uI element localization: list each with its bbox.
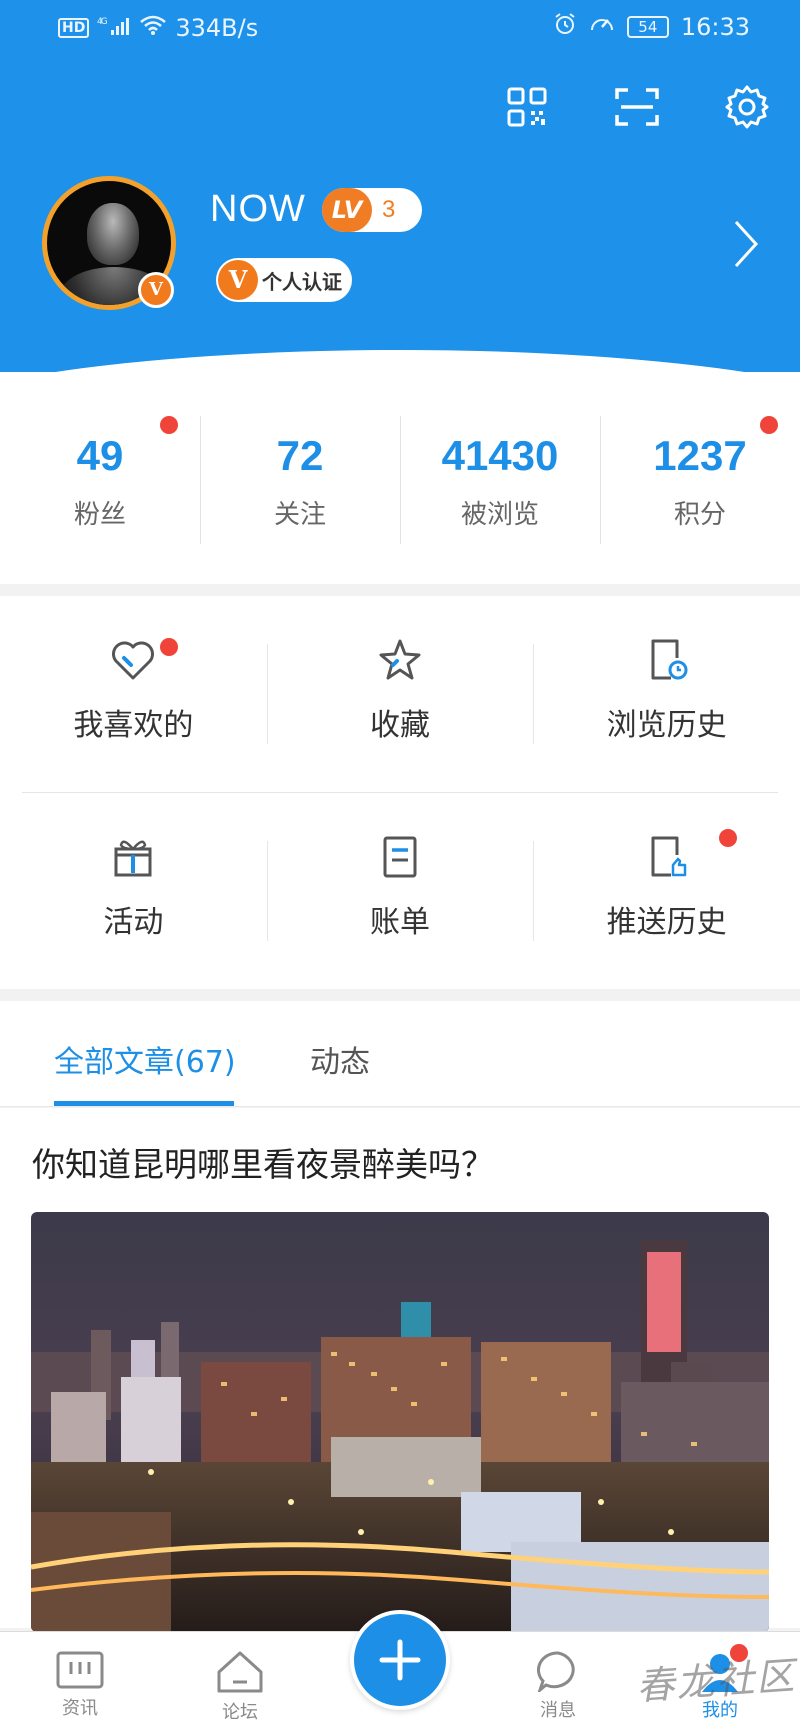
stat-points[interactable]: 1237 积分 bbox=[600, 372, 800, 584]
menu-label: 浏览历史 bbox=[606, 708, 727, 743]
notification-dot bbox=[160, 416, 178, 434]
watermark: 春龙社区 bbox=[634, 1653, 798, 1709]
stat-following[interactable]: 72 关注 bbox=[200, 372, 400, 584]
status-bar: HD 4G 334B/s 54 16:33 bbox=[0, 0, 800, 56]
qr-code-button[interactable] bbox=[502, 82, 552, 132]
svg-text:4G: 4G bbox=[97, 17, 108, 27]
heart-icon bbox=[112, 641, 155, 680]
scan-button[interactable] bbox=[612, 82, 662, 132]
profile-header: HD 4G 334B/s 54 16:33 V NOW LV 3 V 个人认证 bbox=[0, 0, 800, 372]
nav-news[interactable]: 资讯 bbox=[40, 1650, 120, 1720]
content-tabs: 全部文章(67) 动态 bbox=[0, 1001, 800, 1107]
menu-bills[interactable]: 账单 bbox=[266, 793, 534, 989]
stats-bar: 49 粉丝 72 关注 41430 被浏览 1237 积分 bbox=[0, 372, 800, 584]
active-tab-indicator bbox=[54, 1101, 234, 1106]
profile-detail-button[interactable] bbox=[726, 216, 766, 272]
stat-views[interactable]: 41430 被浏览 bbox=[400, 372, 600, 584]
hd-indicator: HD bbox=[58, 18, 90, 38]
menu-browse-history[interactable]: 浏览历史 bbox=[533, 596, 800, 792]
level-prefix: LV bbox=[322, 188, 372, 232]
plus-icon bbox=[379, 1639, 421, 1681]
stat-label: 关注 bbox=[273, 500, 326, 530]
menu-push-history[interactable]: 推送历史 bbox=[533, 793, 800, 989]
article-card: 你知道昆明哪里看夜景醉美吗？ bbox=[0, 1108, 800, 1632]
stat-label: 被浏览 bbox=[460, 500, 539, 530]
menu-my-likes[interactable]: 我喜欢的 bbox=[0, 596, 267, 792]
certification-badge[interactable]: V 个人认证 bbox=[216, 258, 352, 302]
menu-label: 活动 bbox=[103, 905, 164, 940]
tab-all-articles[interactable]: 全部文章(67) bbox=[54, 1037, 236, 1081]
network-speed: 334B/s bbox=[175, 14, 259, 42]
menu-activities[interactable]: 活动 bbox=[0, 793, 267, 989]
create-post-button[interactable] bbox=[350, 1610, 450, 1710]
notification-dot bbox=[719, 829, 738, 847]
wifi-icon bbox=[139, 14, 167, 42]
settings-button[interactable] bbox=[722, 82, 772, 132]
nav-forum[interactable]: 论坛 bbox=[200, 1650, 280, 1724]
qr-code-icon bbox=[507, 87, 547, 127]
menu-favorites[interactable]: 收藏 bbox=[266, 596, 534, 792]
bill-icon bbox=[383, 836, 417, 878]
menu-label: 推送历史 bbox=[606, 905, 727, 940]
feature-grid: 我喜欢的 收藏 浏览历史 活动 账单 推送历史 bbox=[0, 596, 800, 989]
certification-label: 个人认证 bbox=[262, 269, 342, 294]
gear-icon bbox=[725, 85, 769, 129]
menu-label: 收藏 bbox=[370, 708, 430, 743]
tab-activity[interactable]: 动态 bbox=[310, 1037, 370, 1081]
certification-v-icon: V bbox=[218, 260, 258, 300]
stat-value: 1237 bbox=[653, 432, 747, 479]
clock: 16:33 bbox=[680, 13, 750, 41]
speedometer-icon bbox=[589, 12, 615, 42]
nav-messages[interactable]: 消息 bbox=[518, 1650, 598, 1722]
article-cover-image[interactable] bbox=[31, 1212, 769, 1632]
stat-value: 49 bbox=[76, 432, 124, 479]
chevron-right-icon bbox=[734, 220, 759, 268]
nav-label: 消息 bbox=[540, 1700, 576, 1721]
chat-bubble-icon bbox=[536, 1651, 575, 1692]
stat-label: 粉丝 bbox=[73, 500, 126, 530]
history-icon bbox=[651, 639, 688, 680]
gift-icon bbox=[114, 840, 152, 877]
level-number: 3 bbox=[382, 196, 396, 223]
push-history-icon bbox=[651, 836, 686, 877]
signal-icon: 4G bbox=[97, 15, 131, 42]
menu-label: 我喜欢的 bbox=[73, 708, 194, 743]
nav-label: 论坛 bbox=[222, 1702, 258, 1723]
notification-dot bbox=[760, 416, 778, 434]
news-icon bbox=[56, 1651, 104, 1689]
star-icon bbox=[379, 639, 421, 680]
stat-value: 41430 bbox=[441, 432, 559, 479]
username: NOW bbox=[210, 188, 306, 230]
article-title[interactable]: 你知道昆明哪里看夜景醉美吗？ bbox=[32, 1138, 494, 1186]
menu-label: 账单 bbox=[370, 905, 430, 940]
stat-label: 积分 bbox=[673, 500, 726, 530]
level-badge: LV 3 bbox=[322, 188, 422, 232]
alarm-icon bbox=[553, 12, 577, 42]
scan-icon bbox=[615, 88, 659, 126]
stat-value: 72 bbox=[276, 432, 324, 479]
battery-icon: 54 bbox=[626, 16, 669, 38]
home-icon bbox=[217, 1651, 263, 1693]
nav-label: 资讯 bbox=[62, 1698, 98, 1719]
verified-badge-icon: V bbox=[138, 272, 174, 308]
stat-followers[interactable]: 49 粉丝 bbox=[0, 372, 200, 584]
notification-dot bbox=[160, 638, 178, 656]
